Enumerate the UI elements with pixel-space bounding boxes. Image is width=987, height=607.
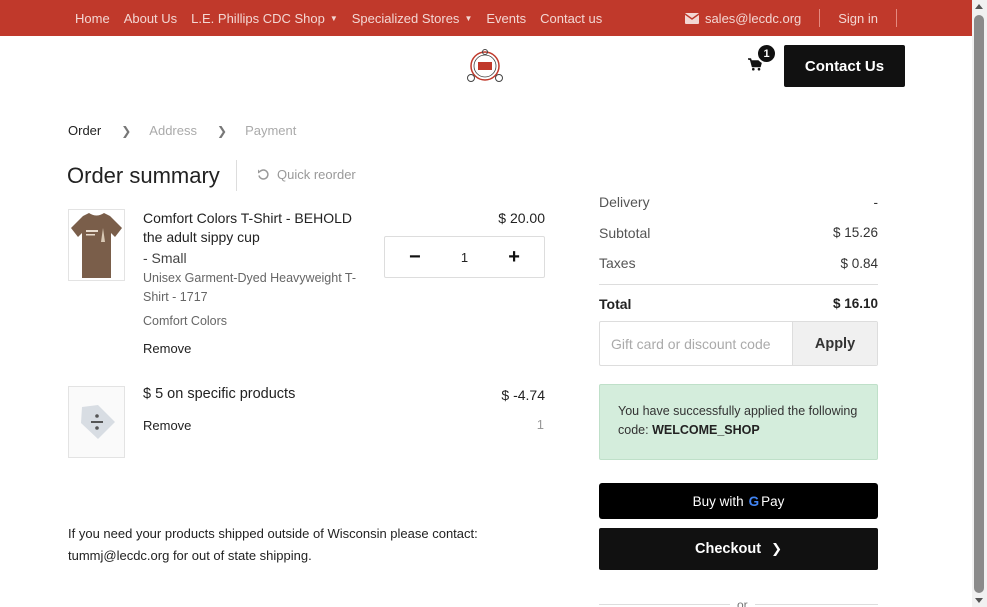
order-summary-title: Order summary — [67, 163, 220, 188]
checkout-breadcrumb: Order ❯ Address ❯ Payment — [68, 123, 296, 138]
product-name[interactable]: Comfort Colors T-Shirt - BEHOLD the adul… — [143, 209, 368, 247]
subtotal-value: $ 15.26 — [832, 225, 878, 241]
product-price: $ 20.00 — [498, 210, 545, 226]
divider — [896, 9, 897, 27]
nav-contact-us[interactable]: Contact us — [540, 11, 602, 26]
remove-discount-link[interactable]: Remove — [143, 418, 191, 433]
decrease-quantity-button[interactable]: − — [409, 246, 421, 269]
gpay-prefix: Buy with — [692, 493, 744, 509]
order-totals: Delivery - Subtotal $ 15.26 Taxes $ 0.84… — [599, 187, 878, 319]
google-g-icon: G — [748, 493, 760, 509]
breadcrumb-order[interactable]: Order — [68, 123, 101, 138]
breadcrumb-payment: Payment — [245, 123, 297, 138]
quantity-value[interactable]: 1 — [461, 250, 468, 265]
checkout-button[interactable]: Checkout ❯ — [599, 528, 878, 570]
divider — [819, 9, 821, 27]
undo-icon — [258, 169, 269, 180]
increase-quantity-button[interactable]: + — [508, 246, 520, 269]
nav-shop-label: L.E. Phillips CDC Shop — [191, 10, 325, 26]
checkout-label: Checkout — [695, 541, 762, 557]
google-pay-button[interactable]: Buy with G Pay — [599, 483, 878, 519]
total-value: $ 16.10 — [832, 296, 878, 312]
divider — [599, 283, 878, 285]
top-right-links: sales@lecdc.org Sign in — [684, 0, 915, 36]
nav-contact-us-label: Contact us — [540, 10, 603, 26]
taxes-label: Taxes — [599, 255, 636, 272]
nav-home[interactable]: Home — [75, 11, 110, 26]
nav-about-us[interactable]: About Us — [124, 11, 177, 26]
email-text: sales@lecdc.org — [704, 10, 802, 26]
code-applied-alert: You have successfully applied the follow… — [599, 384, 878, 460]
sign-in-link[interactable]: Sign in — [838, 11, 878, 26]
product-variant: - Small — [143, 250, 187, 266]
envelope-icon — [684, 12, 699, 24]
total-label: Total — [599, 295, 632, 312]
nav-about-us-label: About Us — [123, 10, 178, 26]
divider — [236, 160, 237, 191]
product-description: Unisex Garment-Dyed Heavyweight T-Shirt … — [143, 271, 357, 304]
nav-shop-dropdown[interactable]: L.E. Phillips CDC Shop ▼ — [191, 11, 338, 26]
gpay-word: Pay — [761, 493, 785, 509]
total-row: Total $ 16.10 — [599, 289, 878, 320]
cart-count-badge: 1 — [756, 43, 777, 64]
taxes-value: $ 0.84 — [840, 255, 878, 271]
chevron-right-icon: ❯ — [771, 541, 782, 556]
scrollbar-thumb[interactable] — [974, 15, 984, 593]
contact-us-button[interactable]: Contact Us — [784, 45, 905, 87]
discount-tag-icon — [68, 386, 125, 458]
nav-events-label: Events — [486, 10, 527, 26]
site-logo[interactable] — [466, 49, 504, 83]
remove-product-link[interactable]: Remove — [143, 341, 191, 356]
taxes-row: Taxes $ 0.84 — [599, 248, 878, 279]
or-separator-text: or — [730, 598, 755, 607]
quantity-stepper: − 1 + — [384, 236, 545, 278]
caret-down-icon: ▼ — [329, 13, 338, 23]
delivery-row: Delivery - — [599, 187, 878, 218]
product-thumbnail[interactable] — [68, 209, 125, 281]
subtotal-label: Subtotal — [599, 224, 651, 241]
discount-code-form: Apply — [599, 321, 878, 366]
delivery-label: Delivery — [599, 194, 650, 211]
nav-specialized-stores-label: Specialized Stores — [351, 10, 460, 26]
subtotal-row: Subtotal $ 15.26 — [599, 218, 878, 249]
quick-reorder-button[interactable]: Quick reorder — [257, 167, 356, 182]
apply-code-button[interactable]: Apply — [792, 322, 877, 365]
nav-specialized-stores-dropdown[interactable]: Specialized Stores ▼ — [352, 11, 473, 26]
discount-name: $ 5 on specific products — [143, 386, 296, 402]
breadcrumb-address: Address — [149, 123, 197, 138]
discount-amount: $ -4.74 — [501, 387, 545, 403]
discount-code-input[interactable] — [600, 322, 792, 365]
discount-quantity: 1 — [536, 417, 544, 432]
chevron-right-icon: ❯ — [217, 123, 228, 138]
top-nav: Home About Us L.E. Phillips CDC Shop ▼ Sp… — [75, 0, 616, 36]
quick-reorder-label: Quick reorder — [277, 167, 356, 182]
nav-events[interactable]: Events — [486, 11, 526, 26]
caret-down-icon: ▼ — [464, 13, 473, 23]
nav-home-label: Home — [75, 10, 110, 26]
shipping-note: If you need your products shipped outsid… — [68, 526, 478, 563]
delivery-value: - — [873, 194, 879, 210]
scroll-down-arrow-icon[interactable] — [975, 598, 983, 603]
scroll-up-arrow-icon[interactable] — [975, 4, 983, 9]
chevron-right-icon: ❯ — [121, 123, 132, 138]
product-brand: Comfort Colors — [143, 314, 228, 328]
applied-code: WELCOME_SHOP — [652, 423, 760, 437]
email-link[interactable]: sales@lecdc.org — [684, 10, 802, 26]
